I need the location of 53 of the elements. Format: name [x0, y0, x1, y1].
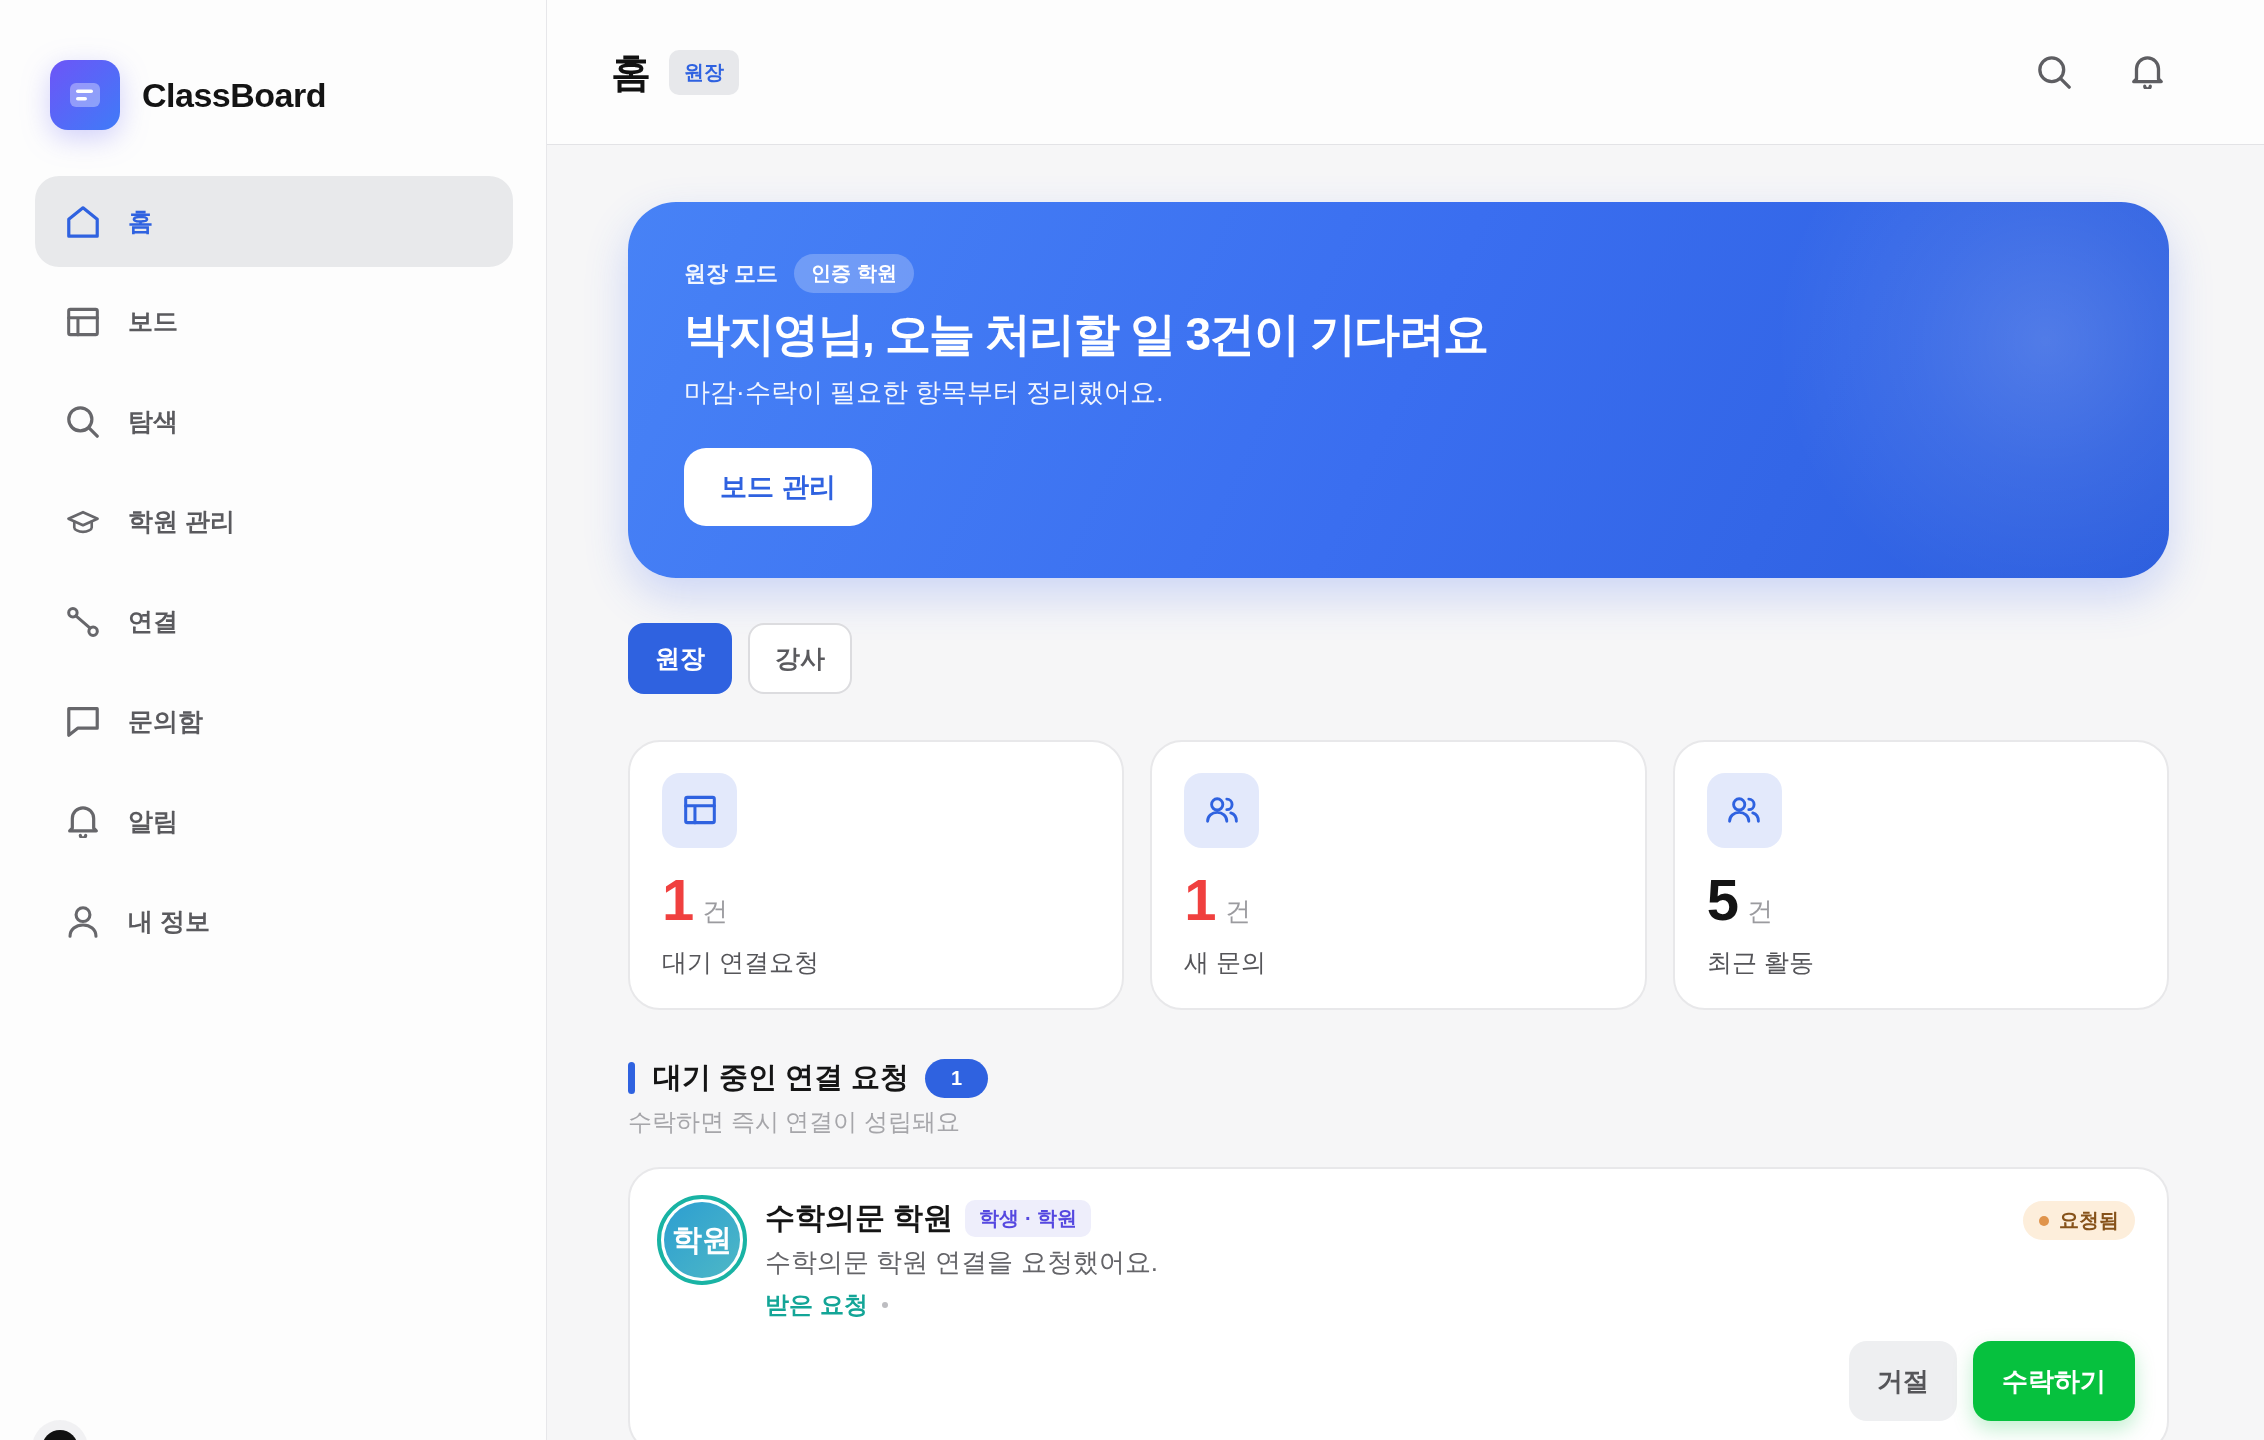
stat-label: 새 문의	[1184, 946, 1268, 978]
logo-icon	[50, 60, 120, 130]
stat-unit: 건	[702, 897, 729, 926]
role-tab[interactable]: 원장	[628, 623, 732, 694]
status-dot-icon	[2039, 1215, 2049, 1226]
app-name: ClassBoard	[142, 75, 326, 115]
mode-label: 원장 모드	[684, 259, 779, 288]
banner-subtitle: 마감·수락이 필요한 항목부터 정리했어요.	[684, 376, 1165, 410]
academy-name: 수학의문 학원	[765, 1200, 954, 1237]
academy-avatar: 학원	[657, 1195, 747, 1286]
nav-item[interactable]: 보드	[35, 276, 513, 367]
nav-item[interactable]: 탐색	[35, 376, 513, 467]
stat-unit: 건	[1224, 897, 1251, 926]
people-icon	[1184, 773, 1260, 848]
layout-icon	[67, 305, 99, 338]
people-icon	[1706, 773, 1782, 848]
verified-badge: 인증 학원	[794, 254, 914, 293]
page-title: 홈	[611, 48, 651, 96]
section-subtitle: 수락하면 즉시 연결이 성립돼요	[628, 1107, 961, 1138]
nav-item[interactable]: 학원 관리	[35, 476, 513, 567]
role-tag: 학생 · 학원	[965, 1199, 1092, 1237]
bell-icon[interactable]	[2131, 55, 2164, 89]
stat-label: 최근 활동	[1706, 946, 1815, 978]
accent-bar-icon	[628, 1062, 635, 1095]
search-icon[interactable]	[2038, 55, 2071, 89]
user-icon	[67, 905, 99, 938]
stat-label: 대기 연결요청	[662, 946, 820, 978]
status-text: 요청됨	[2059, 1208, 2119, 1234]
separator-dot-icon	[881, 1302, 888, 1309]
reject-button[interactable]: 거절	[1849, 1341, 1957, 1422]
search-icon	[67, 405, 99, 438]
stat-unit: 건	[1746, 897, 1773, 926]
stat-value: 1	[662, 868, 695, 932]
connection-icon	[67, 605, 99, 638]
manage-boards-button[interactable]: 보드 관리	[684, 448, 872, 526]
nav-item[interactable]: 연결	[35, 576, 513, 667]
nav-item[interactable]: 알림	[35, 776, 513, 867]
layout-icon	[662, 773, 737, 848]
role-badge: 원장	[669, 49, 739, 95]
role-tab[interactable]: 강사	[748, 623, 852, 694]
stat-value: 5	[1706, 868, 1739, 932]
nav-item[interactable]: 내 정보	[35, 876, 513, 967]
home-icon	[67, 205, 99, 238]
nav-item[interactable]: 문의함	[35, 676, 513, 767]
bell-icon	[67, 805, 99, 838]
nav-item[interactable]: 홈	[35, 176, 513, 267]
banner-headline: 박지영님, 오늘 처리할 일 3건이 기다려요	[684, 307, 1489, 362]
chat-bubble-icon	[67, 705, 99, 738]
request-type-label: 받은 요청	[765, 1290, 868, 1321]
count-badge: 1	[925, 1058, 989, 1098]
section-title: 대기 중인 연결 요청	[653, 1060, 910, 1096]
request-message: 수학의문 학원 연결을 요청했어요.	[765, 1246, 1159, 1280]
stat-value: 1	[1184, 868, 1217, 932]
